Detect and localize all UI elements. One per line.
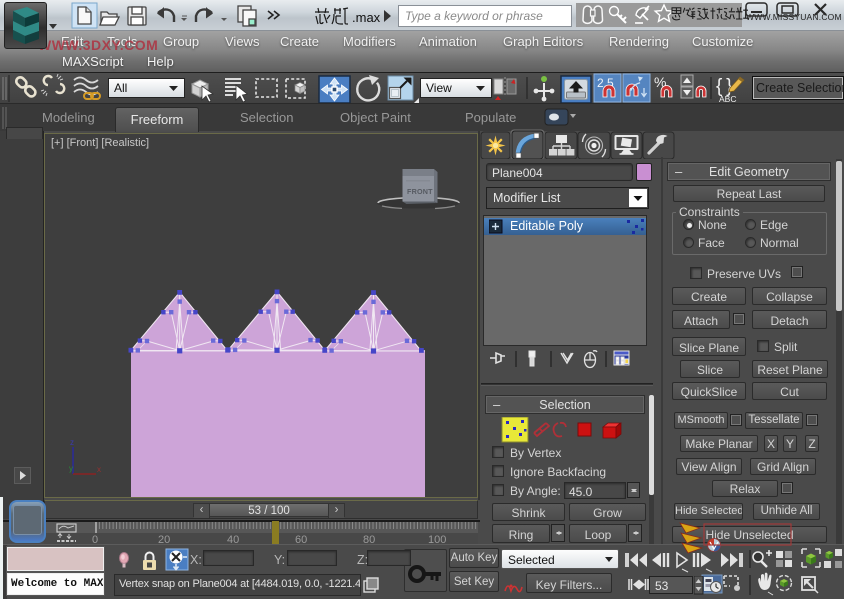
svg-text:y: y	[69, 464, 73, 473]
svg-text:WWW.MISSYUAN.COM: WWW.MISSYUAN.COM	[746, 12, 842, 22]
svg-text:z: z	[70, 438, 74, 447]
svg-text:FRONT: FRONT	[407, 187, 433, 196]
svg-text:x: x	[97, 465, 101, 474]
svg-text:X:: X:	[190, 553, 202, 567]
svg-text:Y:: Y:	[274, 553, 285, 567]
svg-text:.max: .max	[352, 10, 381, 25]
